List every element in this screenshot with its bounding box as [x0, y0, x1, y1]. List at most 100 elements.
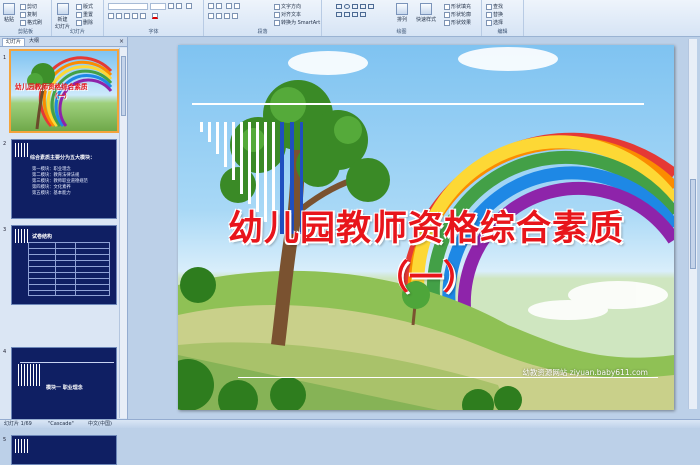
thumbnail-scrollbar[interactable]: [119, 48, 127, 418]
paragraph-group: 文字方向 对齐文本 转换为 SmartArt 段落: [204, 0, 322, 36]
delete-button[interactable]: 删除: [76, 19, 93, 26]
select-button[interactable]: 选择: [486, 19, 503, 26]
current-slide[interactable]: 幼儿园教师资格综合素质 （一） 幼教资源网站 ziyuan.baby611.co…: [178, 45, 674, 410]
close-pane-icon[interactable]: ×: [119, 38, 124, 45]
slide-thumbnail-2[interactable]: 综合素质主要分为五大模块： 第一模块：职业理念 第二模块：教育法律法规 第三模块…: [11, 139, 117, 219]
font-size-combo[interactable]: [150, 3, 166, 10]
copy-button[interactable]: 复制: [20, 11, 37, 18]
justify-icon: [232, 13, 238, 19]
shape-outline-button[interactable]: 形状轮廓: [444, 11, 471, 18]
slide-thumbnail-4[interactable]: 模块一 职业理念: [11, 347, 117, 427]
cut-button[interactable]: 剪切: [20, 3, 37, 10]
slide-number: 5: [3, 437, 7, 443]
arrange-button[interactable]: 排列: [396, 3, 408, 23]
font-color-button[interactable]: [152, 13, 158, 19]
underline-button[interactable]: [124, 13, 130, 19]
group-label-paragraph: 段落: [257, 29, 268, 35]
grow-font-icon: [168, 3, 174, 9]
shape-star-icon[interactable]: [344, 12, 350, 17]
layout-button[interactable]: 版式: [76, 3, 93, 10]
shape-callout-icon[interactable]: [336, 12, 342, 17]
shape-rectangle-icon[interactable]: [336, 4, 342, 9]
thumbnail-scrollbar-thumb[interactable]: [121, 56, 126, 116]
editor-scrollbar-thumb[interactable]: [690, 179, 696, 269]
slide-title[interactable]: 幼儿园教师资格综合素质: [178, 200, 674, 251]
align-left-icon: [208, 13, 214, 19]
shrink-font-icon: [176, 3, 182, 9]
align-text-icon: [274, 11, 280, 18]
shape-brace-icon[interactable]: [352, 12, 358, 17]
shape-fill-button[interactable]: 形状填充: [444, 3, 471, 10]
slide-thumbnail-5[interactable]: [11, 435, 117, 465]
text-direction-button[interactable]: 文字方向: [274, 3, 301, 10]
thumb-line: 第五模块：基本能力: [32, 191, 71, 196]
outdent-button[interactable]: [234, 3, 240, 9]
editor-scrollbar[interactable]: [688, 39, 697, 409]
align-text-button[interactable]: 对齐文本: [274, 11, 301, 18]
shape-curve-icon[interactable]: [360, 12, 366, 17]
replace-button[interactable]: 替换: [486, 11, 503, 18]
smartart-button[interactable]: 转换为 SmartArt: [274, 19, 320, 26]
reset-button[interactable]: 重置: [76, 11, 93, 18]
thumb-table: [28, 242, 110, 296]
font-family-combo[interactable]: [108, 3, 148, 10]
find-button[interactable]: 查找: [486, 3, 503, 10]
pane-tabs: 幻灯片 大纲 ×: [0, 37, 127, 47]
reset-icon: [76, 11, 82, 18]
select-icon: [486, 19, 492, 26]
align-center-button[interactable]: [216, 13, 222, 19]
shrink-font-button[interactable]: [176, 3, 182, 9]
smartart-icon: [274, 19, 280, 26]
fill-icon: [444, 3, 450, 10]
slide-subtitle[interactable]: （一）: [178, 250, 674, 299]
shape-oval-icon[interactable]: [344, 4, 350, 9]
group-label-slides: 幻灯片: [69, 29, 85, 35]
tab-slides[interactable]: 幻灯片: [2, 38, 26, 46]
clear-format-button[interactable]: [186, 3, 192, 9]
justify-button[interactable]: [232, 13, 238, 19]
new-slide-button[interactable]: 新建 幻灯片: [55, 3, 70, 30]
shadow-icon: [140, 13, 146, 19]
grow-font-button[interactable]: [168, 3, 174, 9]
slide-number: 4: [3, 349, 7, 355]
bullets-icon: [208, 3, 214, 9]
strikethrough-icon: [132, 13, 138, 19]
thumb-stripes-icon: [18, 364, 40, 386]
thumb-title-line2: （一）: [51, 92, 71, 100]
thumb-rule: [20, 362, 114, 363]
align-left-button[interactable]: [208, 13, 214, 19]
slide-thumbnail-1[interactable]: 幼儿园教师资格综合素质 （一）: [9, 49, 119, 133]
shape-arrow-icon[interactable]: [360, 4, 366, 9]
italic-button[interactable]: [116, 13, 122, 19]
slide-editor: 幼儿园教师资格综合素质 （一） 幼教资源网站 ziyuan.baby611.co…: [128, 37, 700, 419]
shape-line-icon[interactable]: [352, 4, 358, 9]
numbering-button[interactable]: [216, 3, 222, 9]
thumb-stripes-icon: [15, 229, 29, 243]
new-slide-icon: [56, 3, 69, 15]
paste-icon: [3, 3, 15, 15]
outdent-icon: [234, 3, 240, 9]
strikethrough-button[interactable]: [132, 13, 138, 19]
effects-icon: [444, 19, 450, 26]
quick-styles-button[interactable]: 快速样式: [416, 3, 436, 23]
arrange-icon: [396, 3, 408, 15]
bold-button[interactable]: [108, 13, 114, 19]
copy-icon: [20, 11, 26, 18]
indent-button[interactable]: [226, 3, 232, 9]
shadow-button[interactable]: [140, 13, 146, 19]
drawing-group: 排列 快速样式 形状填充 形状轮廓 形状效果 绘图: [322, 0, 482, 36]
paste-button[interactable]: 粘贴: [3, 3, 15, 23]
bullets-button[interactable]: [208, 3, 214, 9]
shape-effects-button[interactable]: 形状效果: [444, 19, 471, 26]
align-right-button[interactable]: [224, 13, 230, 19]
slide-thumbnail-3[interactable]: 试卷结构: [11, 225, 117, 305]
replace-icon: [486, 11, 492, 18]
slide-number: 1: [3, 55, 7, 61]
thumb-title: 综合素质主要分为五大模块：: [30, 155, 96, 161]
tab-outline[interactable]: 大纲: [26, 38, 42, 45]
clipboard-group: 粘贴 剪切 复制 格式刷 剪贴板: [0, 0, 52, 36]
font-color-icon: [152, 13, 158, 19]
shape-triangle-icon[interactable]: [368, 4, 374, 9]
font-group: 字体: [104, 0, 204, 36]
format-painter-button[interactable]: 格式刷: [20, 19, 42, 26]
